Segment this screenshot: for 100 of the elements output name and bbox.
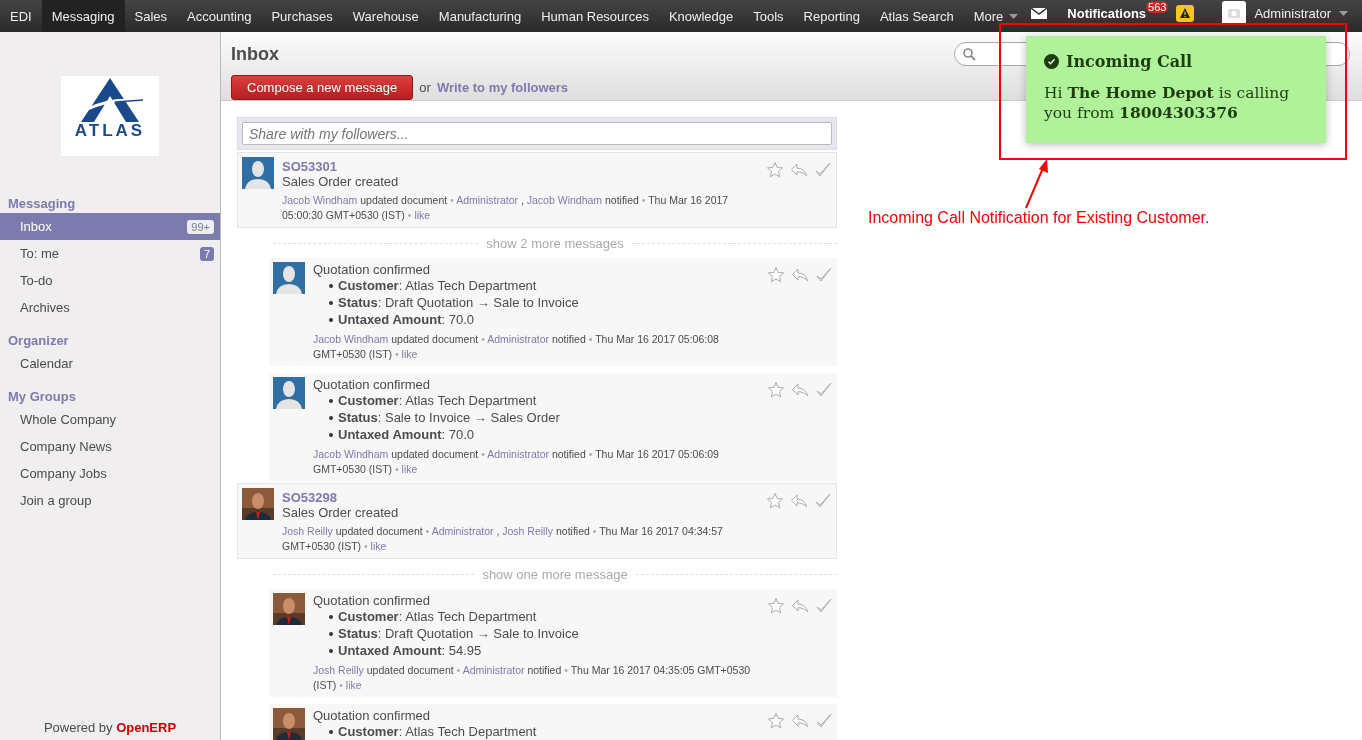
message-meta: Jacob Windham updated document • Administrator , Jacob Windham notified • Thu Mar 16 2017 05:00:30 GMT+0530 (IST) • like bbox=[282, 193, 730, 223]
bullet-icon bbox=[329, 283, 333, 288]
bullet-icon bbox=[329, 317, 333, 322]
field-change: Customer: Atlas Tech Department bbox=[338, 277, 537, 294]
meta-link[interactable]: Jacob Windham bbox=[313, 333, 389, 345]
message-meta: Josh Reilly updated document • Administrator notified • Thu Mar 16 2017 04:35:05 GMT+0530 (IST) • like bbox=[313, 663, 752, 693]
avatar-icon bbox=[273, 377, 305, 409]
compose-button[interactable]: Compose a new message bbox=[231, 75, 414, 100]
reply-icon[interactable] bbox=[790, 161, 808, 179]
menu-item[interactable]: Human Resources bbox=[531, 0, 659, 32]
meta-link[interactable]: like bbox=[401, 463, 418, 475]
star-icon[interactable] bbox=[767, 266, 785, 284]
menu-item[interactable]: Accounting bbox=[177, 0, 262, 32]
document-link[interactable]: SO53298 bbox=[282, 490, 758, 505]
meta-link[interactable]: Administrator bbox=[431, 525, 494, 537]
menu-item[interactable]: Atlas Search bbox=[869, 0, 964, 32]
sidebar-item[interactable]: Company News bbox=[0, 433, 220, 460]
bullet-icon bbox=[329, 300, 333, 305]
meta-link[interactable]: Josh Reilly bbox=[502, 525, 554, 537]
share-field[interactable]: Share with my followers... bbox=[242, 122, 832, 145]
menu-item[interactable]: EDI bbox=[0, 0, 42, 32]
message-meta: Jacob Windham updated document • Administrator notified • Thu Mar 16 2017 05:06:08 GMT+0530 (IST) • like bbox=[313, 332, 720, 362]
meta-link[interactable]: Administrator bbox=[487, 333, 549, 345]
reply-icon[interactable] bbox=[791, 597, 809, 615]
field-change: Untaxed Amount: 70.0 bbox=[338, 311, 475, 328]
meta-link[interactable]: Jacob Windham bbox=[526, 194, 603, 206]
document-link[interactable]: SO53301 bbox=[282, 159, 758, 174]
search-icon bbox=[963, 47, 976, 61]
meta-link[interactable]: Administrator bbox=[462, 664, 525, 676]
field-change: Untaxed Amount: 70.0 bbox=[338, 426, 475, 443]
notifications-link[interactable]: Notifications bbox=[1067, 5, 1147, 21]
sidebar-item[interactable]: Archives bbox=[0, 294, 220, 321]
sidebar-item[interactable]: Inbox 99+ bbox=[0, 213, 220, 240]
check-icon[interactable] bbox=[815, 597, 833, 615]
mail-icon[interactable] bbox=[1031, 7, 1048, 19]
message-meta: Jacob Windham updated document • Administrator notified • Thu Mar 16 2017 05:06:09 GMT+0530 (IST) • like bbox=[313, 447, 720, 477]
annotation-caption: Incoming Call Notification for Existing Customer. bbox=[868, 209, 1210, 227]
sidebar-item[interactable]: Calendar bbox=[0, 350, 220, 377]
message-meta: Josh Reilly updated document • Administrator , Josh Reilly notified • Thu Mar 16 2017 04:34:57 GMT+0530 (IST) • like bbox=[282, 524, 724, 554]
more-menu[interactable]: More bbox=[963, 0, 1029, 32]
menu-item[interactable]: Reporting bbox=[793, 0, 870, 32]
check-icon[interactable] bbox=[814, 492, 832, 510]
count-badge: 7 bbox=[199, 246, 214, 261]
field-change: Customer: Atlas Tech Department bbox=[338, 723, 537, 740]
message-text: Quotation confirmed bbox=[313, 262, 432, 277]
field-change: Untaxed Amount: 54.95 bbox=[338, 642, 482, 659]
menu-item[interactable]: Manufacturing bbox=[428, 0, 532, 32]
avatar-icon bbox=[273, 262, 305, 294]
meta-link[interactable]: like bbox=[370, 540, 387, 552]
field-change: Status: Draft Quotation → Sale to Invoice bbox=[338, 625, 579, 642]
check-icon[interactable] bbox=[815, 381, 833, 399]
bullet-icon bbox=[329, 631, 333, 636]
menu-item[interactable]: Knowledge bbox=[658, 0, 744, 32]
meta-link[interactable]: Administrator bbox=[487, 448, 549, 460]
meta-link[interactable]: like bbox=[414, 209, 431, 221]
sidebar-item[interactable]: To: me 7 bbox=[0, 240, 220, 267]
reply-icon[interactable] bbox=[791, 266, 809, 284]
check-icon[interactable] bbox=[815, 712, 833, 730]
bullet-icon bbox=[329, 729, 333, 734]
sidebar-item[interactable]: Company Jobs bbox=[0, 460, 220, 487]
bullet-icon bbox=[329, 398, 333, 403]
section-heading: Messaging bbox=[7, 195, 77, 213]
meta-link[interactable]: Jacob Windham bbox=[282, 194, 358, 206]
menu-item[interactable]: Sales bbox=[124, 0, 178, 32]
caret-icon bbox=[1009, 13, 1019, 19]
sidebar-item[interactable]: Join a group bbox=[0, 487, 220, 514]
reply-icon[interactable] bbox=[791, 381, 809, 399]
menu-item[interactable]: Messaging bbox=[41, 0, 125, 32]
notification-count: 563 bbox=[1146, 1, 1169, 13]
message-text: Quotation confirmed bbox=[313, 377, 432, 392]
user-menu[interactable]: Administrator bbox=[1254, 5, 1331, 21]
section-heading: My Groups bbox=[7, 388, 77, 406]
reply-icon[interactable] bbox=[790, 492, 808, 510]
powered-by-text: Powered by OpenERP bbox=[42, 720, 178, 737]
meta-link[interactable]: like bbox=[401, 348, 418, 360]
sidebar-item[interactable]: Whole Company bbox=[0, 406, 220, 433]
star-icon[interactable] bbox=[767, 381, 785, 399]
star-icon[interactable] bbox=[767, 712, 785, 730]
check-icon[interactable] bbox=[815, 266, 833, 284]
menu-item[interactable]: Tools bbox=[743, 0, 794, 32]
meta-link[interactable]: Jacob Windham bbox=[313, 448, 389, 460]
meta-link[interactable]: Administrator bbox=[456, 194, 518, 206]
reply-icon[interactable] bbox=[791, 712, 809, 730]
check-icon[interactable] bbox=[814, 161, 832, 179]
notification-title: Incoming Call bbox=[1066, 52, 1193, 71]
menu-item[interactable]: Purchases bbox=[261, 0, 343, 32]
write-followers-link[interactable]: Write to my followers bbox=[436, 80, 569, 95]
message-text: Sales Order created bbox=[282, 505, 400, 520]
warning-icon[interactable] bbox=[1176, 4, 1195, 22]
star-icon[interactable] bbox=[767, 597, 785, 615]
menu-item[interactable]: Warehouse bbox=[342, 0, 429, 32]
meta-link[interactable]: Josh Reilly bbox=[282, 525, 333, 537]
sidebar-item[interactable]: To-do bbox=[0, 267, 220, 294]
star-icon[interactable] bbox=[766, 492, 784, 510]
avatar-icon[interactable] bbox=[1222, 1, 1247, 25]
meta-link[interactable]: Josh Reilly bbox=[313, 664, 364, 676]
message-text: Quotation confirmed bbox=[313, 593, 432, 608]
meta-link[interactable]: like bbox=[345, 679, 362, 691]
star-icon[interactable] bbox=[766, 161, 784, 179]
field-change: Status: Draft Quotation → Sale to Invoice bbox=[338, 294, 579, 311]
